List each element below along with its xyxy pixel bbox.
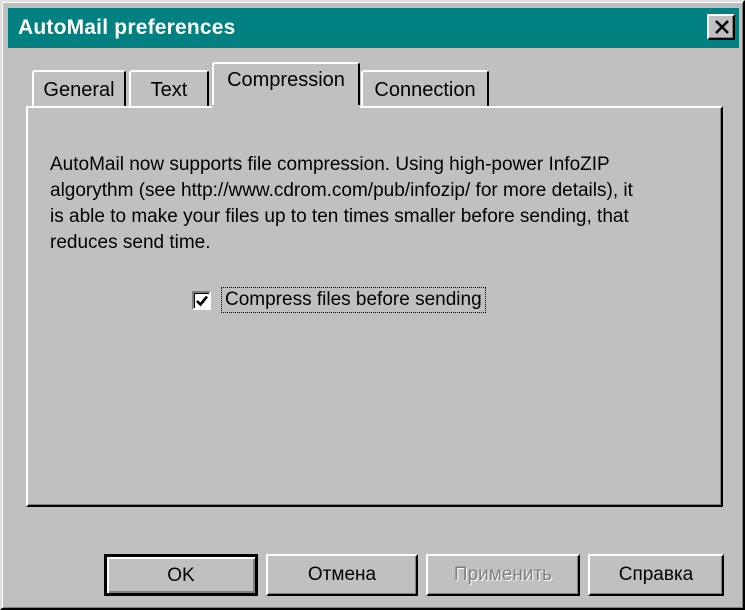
tab-general-label: General bbox=[43, 79, 115, 101]
compress-files-checkbox[interactable] bbox=[192, 291, 211, 310]
window-title: AutoMail preferences bbox=[18, 16, 236, 39]
tab-general[interactable]: General bbox=[32, 70, 126, 108]
check-icon bbox=[196, 295, 209, 307]
compress-files-label[interactable]: Compress files before sending bbox=[221, 287, 486, 313]
cancel-button[interactable]: Отмена bbox=[266, 554, 418, 596]
tab-compression[interactable]: Compression bbox=[212, 62, 360, 108]
active-tab-joiner bbox=[212, 105, 360, 109]
ok-button[interactable]: OK bbox=[104, 554, 258, 596]
tab-connection[interactable]: Connection bbox=[361, 70, 489, 108]
tab-connection-label: Connection bbox=[374, 79, 476, 101]
title-bar[interactable]: AutoMail preferences bbox=[8, 8, 739, 48]
compression-description: AutoMail now supports file compression. … bbox=[50, 154, 633, 253]
tab-compression-label: Compression bbox=[227, 69, 345, 91]
tab-text-label: Text bbox=[150, 79, 188, 101]
tab-text[interactable]: Text bbox=[129, 70, 209, 108]
preferences-dialog: AutoMail preferences General Text Compre… bbox=[0, 0, 745, 610]
close-button[interactable] bbox=[707, 14, 735, 40]
close-icon bbox=[715, 20, 729, 34]
apply-button: Применить bbox=[426, 554, 580, 596]
help-button[interactable]: Справка bbox=[588, 554, 724, 596]
